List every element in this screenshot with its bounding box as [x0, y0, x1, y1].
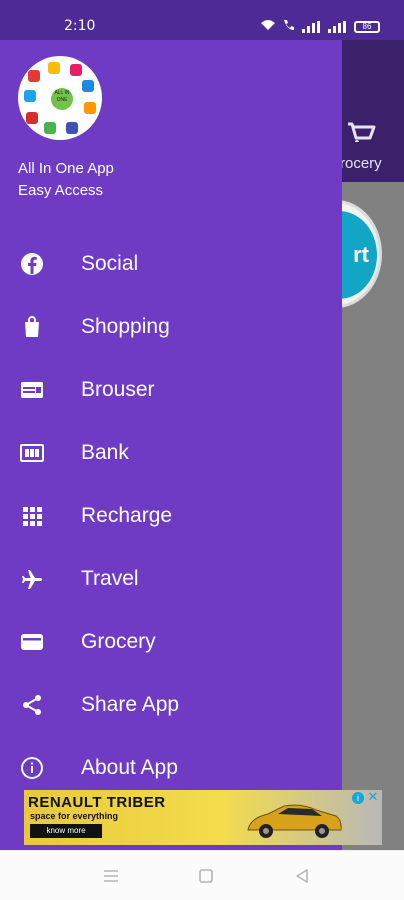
- airplane-icon: [20, 567, 44, 591]
- ad-banner[interactable]: RENAULT TRIBER space for everything know…: [24, 790, 382, 845]
- wallet-icon: [20, 630, 44, 654]
- bank-card-icon: [20, 441, 44, 465]
- status-icons: 86: [260, 18, 380, 36]
- menu-item-recharge[interactable]: Recharge: [0, 485, 342, 548]
- battery-icon: 86: [354, 21, 380, 33]
- status-bar: 2:10 86: [0, 0, 404, 40]
- ad-subtitle: space for everything: [30, 811, 119, 821]
- browser-icon: [20, 378, 44, 402]
- tab-grocery-label[interactable]: rocery: [340, 155, 382, 172]
- share-icon: [20, 693, 44, 717]
- menu-label-social: Social: [81, 252, 139, 275]
- wifi-icon: [260, 18, 276, 36]
- menu-item-grocery[interactable]: Grocery: [0, 611, 342, 674]
- menu-item-social[interactable]: Social: [0, 233, 342, 296]
- menu-item-brouser[interactable]: Brouser: [0, 359, 342, 422]
- status-time: 2:10: [64, 18, 96, 34]
- ad-info-icon[interactable]: i: [352, 792, 364, 804]
- call-icon: [282, 18, 296, 36]
- shopping-bag-icon: [20, 315, 44, 339]
- app-name: All In One App: [18, 160, 114, 177]
- ad-title: RENAULT TRIBER: [28, 794, 166, 811]
- cart-icon: [342, 72, 404, 144]
- menu-label-travel: Travel: [81, 567, 139, 590]
- ad-cta-button[interactable]: know more: [30, 824, 102, 838]
- menu-item-bank[interactable]: Bank: [0, 422, 342, 485]
- info-icon: [20, 756, 44, 780]
- home-icon[interactable]: [197, 868, 215, 884]
- system-nav-bar: [0, 850, 404, 900]
- menu-label-share-app: Share App: [81, 693, 180, 716]
- menu-label-recharge: Recharge: [81, 504, 173, 527]
- car-image: [244, 800, 344, 840]
- menu-label-brouser: Brouser: [81, 378, 155, 401]
- signal-2-icon: [328, 21, 348, 33]
- navigation-drawer: ALL IN ONE All In One App Easy Access So…: [0, 40, 342, 850]
- recent-apps-icon[interactable]: [102, 868, 120, 884]
- app-logo: ALL IN ONE: [18, 56, 102, 140]
- ad-close-icon[interactable]: ✕: [366, 790, 380, 804]
- menu-label-about-app: About App: [81, 756, 178, 779]
- drawer-menu: Social Shopping Brouser Bank Recharge Tr…: [0, 233, 342, 800]
- signal-icon: [302, 21, 322, 33]
- facebook-icon: [20, 252, 44, 276]
- menu-item-share-app[interactable]: Share App: [0, 674, 342, 737]
- logo-text: ALL IN ONE: [51, 88, 73, 110]
- app-subtitle: Easy Access: [18, 182, 104, 199]
- menu-label-grocery: Grocery: [81, 630, 156, 653]
- grid-icon: [20, 504, 44, 528]
- menu-item-travel[interactable]: Travel: [0, 548, 342, 611]
- menu-item-shopping[interactable]: Shopping: [0, 296, 342, 359]
- menu-label-bank: Bank: [81, 441, 129, 464]
- back-icon[interactable]: [293, 868, 311, 884]
- menu-label-shopping: Shopping: [81, 315, 170, 338]
